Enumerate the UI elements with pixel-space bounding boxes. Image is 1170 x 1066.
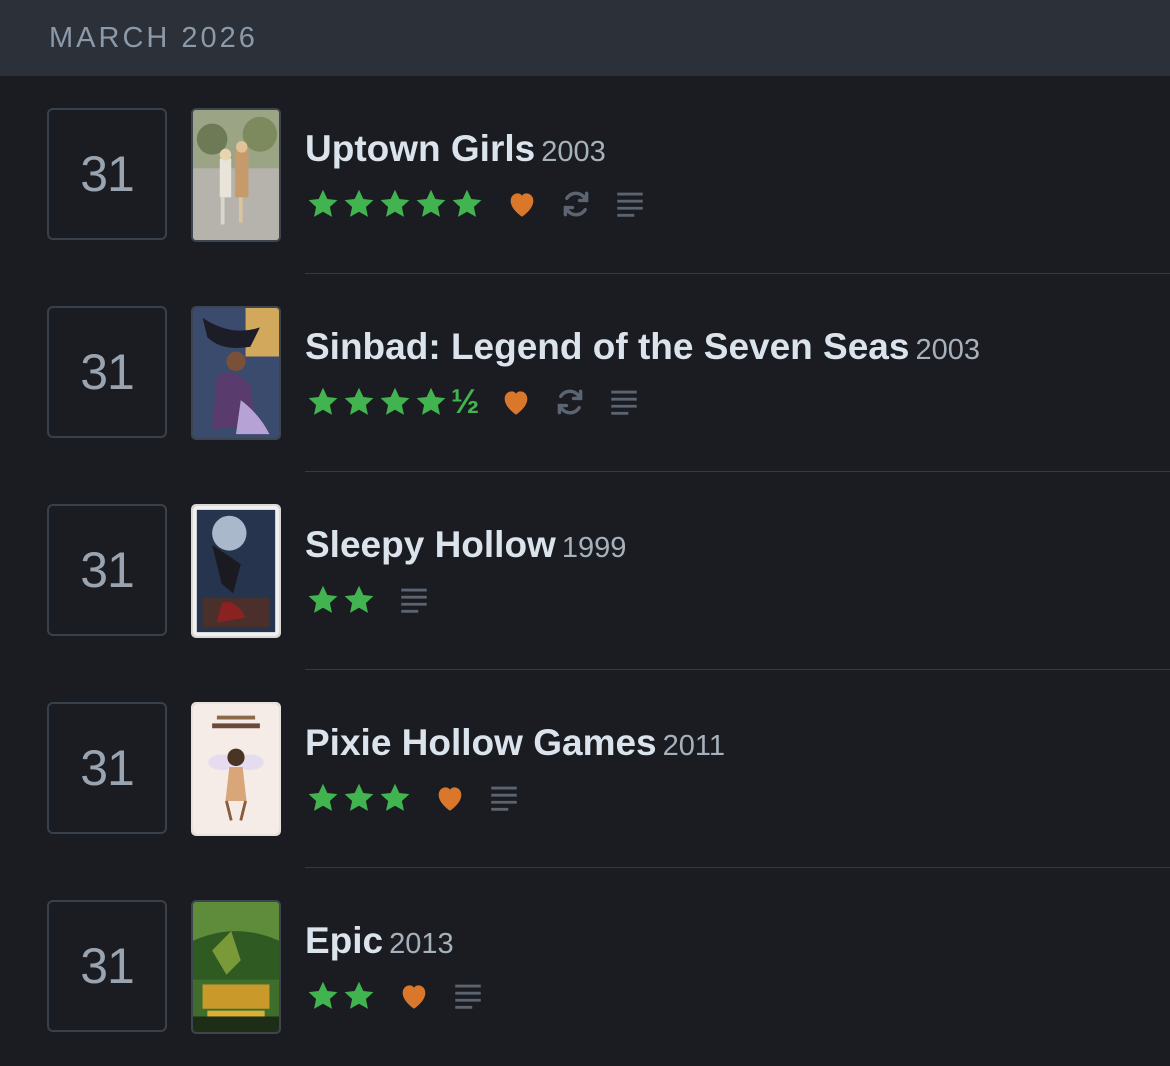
diary-entry: 31 Uptown Girls 2003 bbox=[0, 76, 1170, 274]
film-title[interactable]: Sinbad: Legend of the Seven Seas bbox=[305, 326, 909, 367]
poster-epic[interactable] bbox=[191, 900, 281, 1034]
star-icon bbox=[344, 189, 374, 217]
film-title[interactable]: Uptown Girls bbox=[305, 128, 535, 169]
star-rating bbox=[305, 582, 377, 618]
film-year[interactable]: 1999 bbox=[562, 532, 627, 564]
diary-entry: 31 Sinbad: Legend of the Seven Seas2003 bbox=[0, 274, 1170, 472]
review-icon[interactable] bbox=[451, 979, 485, 1013]
star-icon bbox=[344, 585, 374, 613]
star-icon bbox=[380, 387, 410, 415]
film-info: Epic 2013 bbox=[305, 920, 505, 1016]
star-icon bbox=[344, 783, 374, 811]
review-icon[interactable] bbox=[487, 781, 521, 815]
diary-entries: 31 Uptown Girls 2003 31 Sinbad: Legend o… bbox=[0, 76, 1170, 1066]
month-header: MARCH 2026 bbox=[0, 0, 1170, 76]
star-icon bbox=[452, 189, 482, 217]
film-title[interactable]: Sleepy Hollow bbox=[305, 524, 556, 565]
star-icon bbox=[308, 585, 338, 613]
half-star: ½ bbox=[451, 383, 480, 421]
star-icon bbox=[344, 981, 374, 1009]
rewatch-icon[interactable] bbox=[559, 187, 593, 221]
star-icon bbox=[380, 783, 410, 811]
heart-icon[interactable] bbox=[433, 781, 467, 815]
day-number: 31 bbox=[80, 542, 135, 598]
day-number: 31 bbox=[80, 938, 135, 994]
star-rating: ½ bbox=[305, 384, 479, 420]
day-box[interactable]: 31 bbox=[47, 504, 167, 636]
film-title[interactable]: Pixie Hollow Games bbox=[305, 722, 657, 763]
star-icon bbox=[416, 189, 446, 217]
review-icon[interactable] bbox=[607, 385, 641, 419]
month-label: MARCH 2026 bbox=[49, 21, 258, 54]
film-title[interactable]: Epic bbox=[305, 920, 383, 961]
diary-entry: 31 Sleepy Hollow 1999 bbox=[0, 472, 1170, 670]
heart-icon[interactable] bbox=[499, 385, 533, 419]
poster-sinbad[interactable] bbox=[191, 306, 281, 440]
day-number: 31 bbox=[80, 146, 135, 202]
star-icon bbox=[308, 783, 338, 811]
film-info: Sleepy Hollow 1999 bbox=[305, 524, 626, 620]
rewatch-icon[interactable] bbox=[553, 385, 587, 419]
poster-pixie-hollow-games[interactable] bbox=[191, 702, 281, 836]
day-number: 31 bbox=[80, 740, 135, 796]
film-year[interactable]: 2003 bbox=[915, 334, 980, 366]
diary-entry: 31 Epic 2013 bbox=[0, 868, 1170, 1066]
film-year[interactable]: 2003 bbox=[541, 136, 606, 168]
star-rating bbox=[305, 186, 485, 222]
film-year[interactable]: 2011 bbox=[663, 730, 725, 762]
star-icon bbox=[308, 981, 338, 1009]
heart-icon[interactable] bbox=[505, 187, 539, 221]
star-icon bbox=[380, 189, 410, 217]
day-box[interactable]: 31 bbox=[47, 900, 167, 1032]
day-box[interactable]: 31 bbox=[47, 108, 167, 240]
day-number: 31 bbox=[80, 344, 135, 400]
star-icon bbox=[308, 387, 338, 415]
film-year[interactable]: 2013 bbox=[389, 928, 454, 960]
day-box[interactable]: 31 bbox=[47, 306, 167, 438]
poster-uptown-girls[interactable] bbox=[191, 108, 281, 242]
heart-icon[interactable] bbox=[397, 979, 431, 1013]
diary-entry: 31 Pixie Hollow Games 2011 bbox=[0, 670, 1170, 868]
star-rating bbox=[305, 780, 413, 816]
film-info: Sinbad: Legend of the Seven Seas 2003 ½ bbox=[305, 326, 980, 422]
star-icon bbox=[344, 387, 374, 415]
review-icon[interactable] bbox=[397, 583, 431, 617]
day-box[interactable]: 31 bbox=[47, 702, 167, 834]
film-info: Uptown Girls 2003 bbox=[305, 128, 667, 224]
film-info: Pixie Hollow Games 2011 bbox=[305, 722, 725, 818]
poster-sleepy-hollow[interactable] bbox=[191, 504, 281, 638]
star-icon bbox=[416, 387, 446, 415]
star-icon bbox=[308, 189, 338, 217]
star-rating bbox=[305, 978, 377, 1014]
review-icon[interactable] bbox=[613, 187, 647, 221]
